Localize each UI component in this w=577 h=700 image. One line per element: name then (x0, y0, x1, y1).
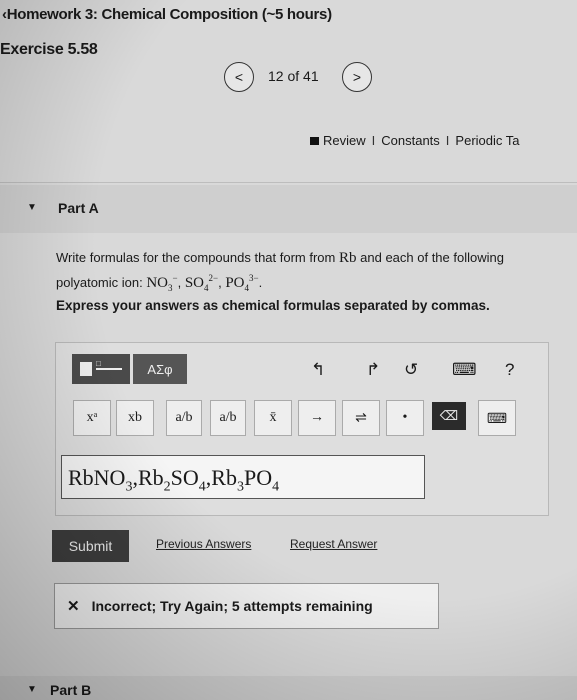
ion-nitrate: NO3− (146, 273, 178, 293)
mixed-fraction-button[interactable]: a/b (210, 400, 246, 436)
chevron-left-icon: < (234, 69, 244, 85)
superscript-button[interactable]: xᵃ (73, 400, 111, 436)
answer-text-segment: PO (243, 465, 273, 490)
question-text: Write formulas for the compounds that fo… (56, 250, 504, 293)
feedback-message: ✕ Incorrect; Try Again; 5 attempts remai… (54, 583, 439, 629)
answer-text-segment: ,Rb (205, 465, 237, 490)
redo-icon[interactable]: ↱ (366, 360, 380, 380)
exercise-title: Exercise 5.58 (0, 41, 98, 58)
answer-input[interactable]: RbNO3,Rb2SO4,Rb3PO4 (61, 455, 425, 499)
x-icon: ✕ (67, 598, 80, 615)
request-answer-link[interactable]: Request Answer (290, 537, 377, 551)
answer-text-segment: RbNO (68, 465, 126, 490)
overbar-button[interactable]: x̄ (254, 400, 292, 436)
answer-subscript: 4 (198, 479, 206, 495)
instruction-text: Express your answers as chemical formula… (56, 298, 490, 313)
previous-answers-link[interactable]: Previous Answers (156, 537, 251, 551)
templates-button[interactable]: □ (72, 354, 130, 384)
keyboard-icon[interactable]: ⌨ (478, 400, 516, 436)
answer-subscript: 2 (163, 479, 171, 495)
next-item-button[interactable]: > (342, 62, 372, 92)
assignment-title[interactable]: ‹Homework 3: Chemical Composition (~5 ho… (2, 6, 332, 23)
keyboard-toggle-icon[interactable]: ⌨ (452, 360, 477, 380)
dot-button[interactable]: • (386, 400, 424, 436)
caret-down-icon: ▼ (27, 202, 37, 213)
equilibrium-button[interactable]: ⇌ (342, 400, 380, 436)
divider (0, 182, 577, 183)
separator: I (371, 133, 376, 148)
constants-link[interactable]: Constants (381, 133, 440, 148)
fraction-button[interactable]: a/b (166, 400, 202, 436)
review-link[interactable]: Review (310, 133, 366, 148)
answer-subscript: 3 (236, 479, 244, 495)
greek-symbols-button[interactable]: ΑΣφ (133, 354, 187, 384)
chevron-right-icon: > (352, 69, 362, 85)
caret-down-icon: ▼ (27, 684, 37, 695)
arrow-button[interactable]: → (298, 400, 336, 436)
submit-button[interactable]: Submit (52, 530, 129, 562)
answer-text-segment: SO (170, 465, 199, 490)
review-icon (310, 137, 319, 145)
separator: I (445, 133, 450, 148)
resource-links: Review I Constants I Periodic Ta (310, 133, 520, 148)
periodic-table-link[interactable]: Periodic Ta (455, 133, 519, 148)
subscript-button[interactable]: xb (116, 400, 154, 436)
undo-icon[interactable]: ↰ (311, 360, 325, 380)
element-symbol: Rb (339, 250, 357, 266)
answer-text-segment: ,Rb (132, 465, 164, 490)
answer-subscript: 4 (272, 479, 280, 495)
item-counter: 12 of 41 (268, 68, 319, 84)
reset-icon[interactable]: ↺ (404, 360, 418, 380)
prev-item-button[interactable]: < (224, 62, 254, 92)
part-a-label: Part A (58, 200, 99, 216)
ion-sulfate: SO42− (184, 273, 219, 293)
delete-button[interactable]: ⌫ (432, 402, 466, 430)
part-b-label: Part B (50, 682, 92, 698)
help-icon[interactable]: ? (505, 360, 514, 380)
ion-phosphate: PO43− (225, 273, 259, 293)
